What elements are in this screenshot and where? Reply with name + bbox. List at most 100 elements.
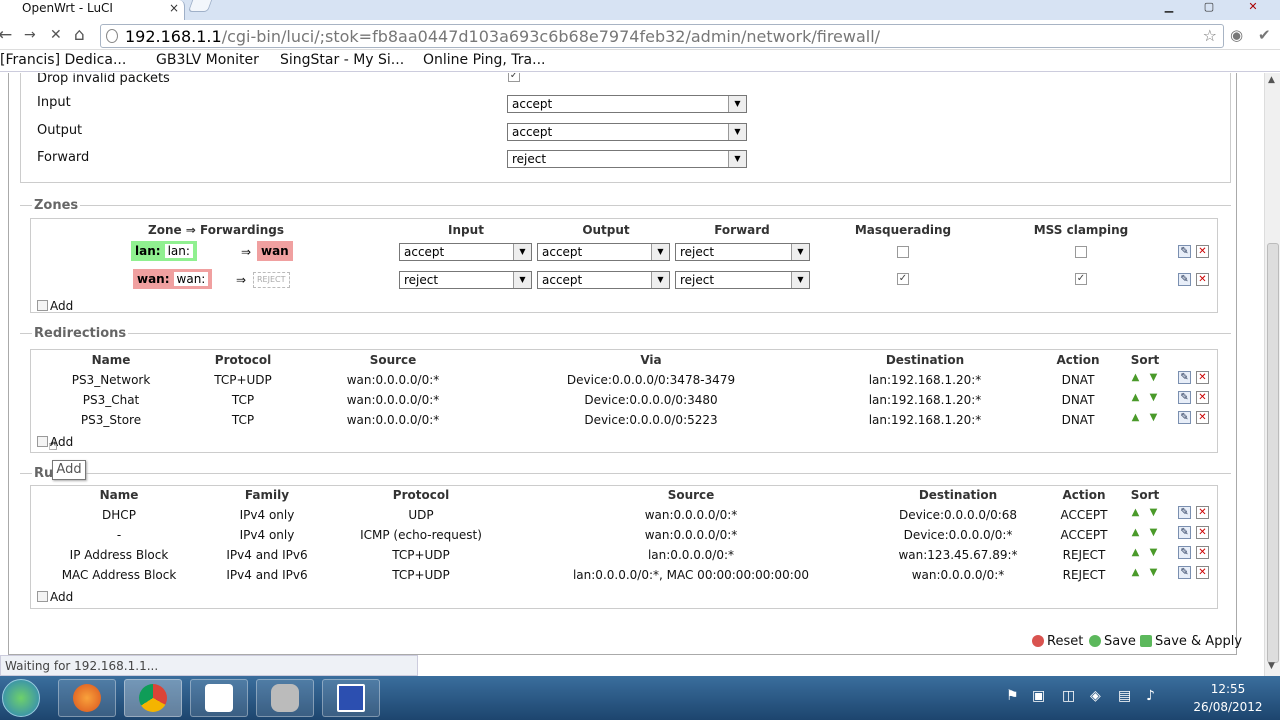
sort-down-icon[interactable]: ▼ xyxy=(1147,527,1160,540)
tray-app-icon[interactable]: ▣ xyxy=(1032,688,1045,704)
forward-arrow-icon: ⇒ xyxy=(236,273,247,287)
scroll-down-icon[interactable]: ▼ xyxy=(1268,661,1275,671)
taskbar-gamepad[interactable] xyxy=(256,679,314,717)
save-icon xyxy=(1089,635,1101,647)
rule-destination: wan:0.0.0.0/0:* xyxy=(911,568,1005,582)
flag-icon[interactable]: ⚑ xyxy=(1006,688,1019,704)
delete-icon[interactable]: ✕ xyxy=(1196,371,1209,384)
taskbar-chrome[interactable] xyxy=(124,679,182,717)
bookmark-item[interactable]: SingStar - My Si... xyxy=(280,52,404,68)
home-icon[interactable]: ⌂ xyxy=(74,24,85,46)
zone-wan-forward-select[interactable]: reject ▼ xyxy=(675,271,810,289)
network-icon[interactable]: ▤ xyxy=(1118,688,1131,704)
tray-monitor-icon[interactable]: ◫ xyxy=(1062,688,1075,704)
bookmark-item[interactable]: [Francis] Dedica... xyxy=(0,52,126,68)
zone-lan-output-select[interactable]: accept ▼ xyxy=(537,243,670,261)
delete-icon[interactable]: ✕ xyxy=(1196,391,1209,404)
edit-icon[interactable]: ✎ xyxy=(1178,391,1191,404)
stop-icon[interactable]: ✕ xyxy=(50,24,62,46)
rules-header-family: Family xyxy=(244,488,290,502)
edit-icon[interactable]: ✎ xyxy=(1178,526,1191,539)
extension-icon[interactable]: ◉ xyxy=(1230,26,1243,44)
sort-down-icon[interactable]: ▼ xyxy=(1147,412,1160,425)
delete-icon[interactable]: ✕ xyxy=(1196,566,1209,579)
scroll-thumb[interactable] xyxy=(1267,243,1279,663)
scroll-up-icon[interactable]: ▲ xyxy=(1268,75,1275,85)
add-rule-button[interactable]: Add xyxy=(37,590,73,604)
zone-lan-input-select[interactable]: accept ▼ xyxy=(399,243,532,261)
edit-icon[interactable]: ✎ xyxy=(1178,273,1191,286)
chevron-down-icon: ▼ xyxy=(728,124,746,140)
tab-openwrt[interactable]: OpenWrt - LuCI × xyxy=(0,0,185,20)
zone-lan-mss-checkbox[interactable] xyxy=(1075,246,1087,258)
zone-lan-forward-select[interactable]: reject ▼ xyxy=(675,243,810,261)
delete-icon[interactable]: ✕ xyxy=(1196,273,1209,286)
delete-icon[interactable]: ✕ xyxy=(1196,245,1209,258)
edit-icon[interactable]: ✎ xyxy=(1178,546,1191,559)
rule-source: lan:0.0.0.0/0:*, MAC 00:00:00:00:00:00 xyxy=(572,568,810,582)
redir-destination: lan:192.168.1.20:* xyxy=(868,413,982,427)
sort-up-icon[interactable]: ▲ xyxy=(1129,412,1142,425)
sort-down-icon[interactable]: ▼ xyxy=(1147,372,1160,385)
wrench-icon[interactable]: ✔ xyxy=(1258,26,1271,44)
zone-wan-mss-checkbox[interactable]: ✓ xyxy=(1075,273,1087,285)
default-input-select[interactable]: accept ▼ xyxy=(507,95,747,113)
default-forward-select[interactable]: reject ▼ xyxy=(507,150,747,168)
output-label: Output xyxy=(37,123,83,138)
save-apply-button[interactable]: Save & Apply xyxy=(1140,634,1242,649)
sort-down-icon[interactable]: ▼ xyxy=(1147,507,1160,520)
sort-up-icon[interactable]: ▲ xyxy=(1129,547,1142,560)
maximize-icon[interactable]: ▢ xyxy=(1200,0,1218,14)
edit-icon[interactable]: ✎ xyxy=(1178,411,1191,424)
zone-wan-input-select[interactable]: reject ▼ xyxy=(399,271,532,289)
taskbar-firefox[interactable] xyxy=(58,679,116,717)
bookmark-item[interactable]: Online Ping, Tra... xyxy=(423,52,545,68)
bookmark-star-icon[interactable]: ☆ xyxy=(1203,26,1217,45)
reset-button[interactable]: Reset xyxy=(1032,634,1083,649)
tray-security-icon[interactable]: ◈ xyxy=(1090,688,1101,704)
zone-lan-masq-checkbox[interactable] xyxy=(897,246,909,258)
zone-wan-output-select[interactable]: accept ▼ xyxy=(537,271,670,289)
sort-up-icon[interactable]: ▲ xyxy=(1129,372,1142,385)
delete-icon[interactable]: ✕ xyxy=(1196,526,1209,539)
sort-down-icon[interactable]: ▼ xyxy=(1147,392,1160,405)
bookmarks-bar: [Francis] Dedica... GB3LV Moniter SingSt… xyxy=(0,50,1280,72)
delete-icon[interactable]: ✕ xyxy=(1196,546,1209,559)
delete-icon[interactable]: ✕ xyxy=(1196,411,1209,424)
select-value: accept xyxy=(512,125,553,139)
add-zone-button[interactable]: Add xyxy=(37,299,73,313)
clock[interactable]: 12:55 26/08/2012 xyxy=(1180,680,1276,716)
sort-up-icon[interactable]: ▲ xyxy=(1129,567,1142,580)
sort-down-icon[interactable]: ▼ xyxy=(1147,547,1160,560)
tab-close-icon[interactable]: × xyxy=(169,1,179,15)
bookmark-item[interactable]: GB3LV Moniter xyxy=(156,52,259,68)
sort-up-icon[interactable]: ▲ xyxy=(1129,527,1142,540)
sort-down-icon[interactable]: ▼ xyxy=(1147,567,1160,580)
page-scrollbar[interactable]: ▲ ▼ xyxy=(1264,73,1280,676)
delete-icon[interactable]: ✕ xyxy=(1196,506,1209,519)
new-tab-button[interactable] xyxy=(187,0,213,12)
edit-icon[interactable]: ✎ xyxy=(1178,506,1191,519)
forward-icon[interactable]: → xyxy=(24,24,36,46)
back-icon[interactable]: ← xyxy=(0,24,12,46)
zone-wan-masq-checkbox[interactable]: ✓ xyxy=(897,273,909,285)
edit-icon[interactable]: ✎ xyxy=(1178,566,1191,579)
volume-icon[interactable]: ♪ xyxy=(1146,688,1155,704)
redir-header-protocol: Protocol xyxy=(214,353,272,367)
edit-icon[interactable]: ✎ xyxy=(1178,245,1191,258)
taskbar-app[interactable] xyxy=(322,679,380,717)
rule-family: IPv4 and IPv6 xyxy=(226,568,308,582)
save-button[interactable]: Save xyxy=(1089,634,1136,649)
redir-source: wan:0.0.0.0/0:* xyxy=(346,393,440,407)
sort-up-icon[interactable]: ▲ xyxy=(1129,507,1142,520)
drop-invalid-checkbox[interactable]: ✓ xyxy=(508,73,520,82)
taskbar-xsplit[interactable] xyxy=(190,679,248,717)
sort-up-icon[interactable]: ▲ xyxy=(1129,392,1142,405)
address-bar[interactable]: 192.168.1.1/cgi-bin/luci/;stok=fb8aa0447… xyxy=(100,24,1224,48)
default-output-select[interactable]: accept ▼ xyxy=(507,123,747,141)
close-window-icon[interactable]: ✕ xyxy=(1244,0,1262,14)
minimize-icon[interactable]: ▁ xyxy=(1160,0,1178,14)
edit-icon[interactable]: ✎ xyxy=(1178,371,1191,384)
rules-header-action: Action xyxy=(1062,488,1106,502)
start-button[interactable] xyxy=(2,679,40,717)
